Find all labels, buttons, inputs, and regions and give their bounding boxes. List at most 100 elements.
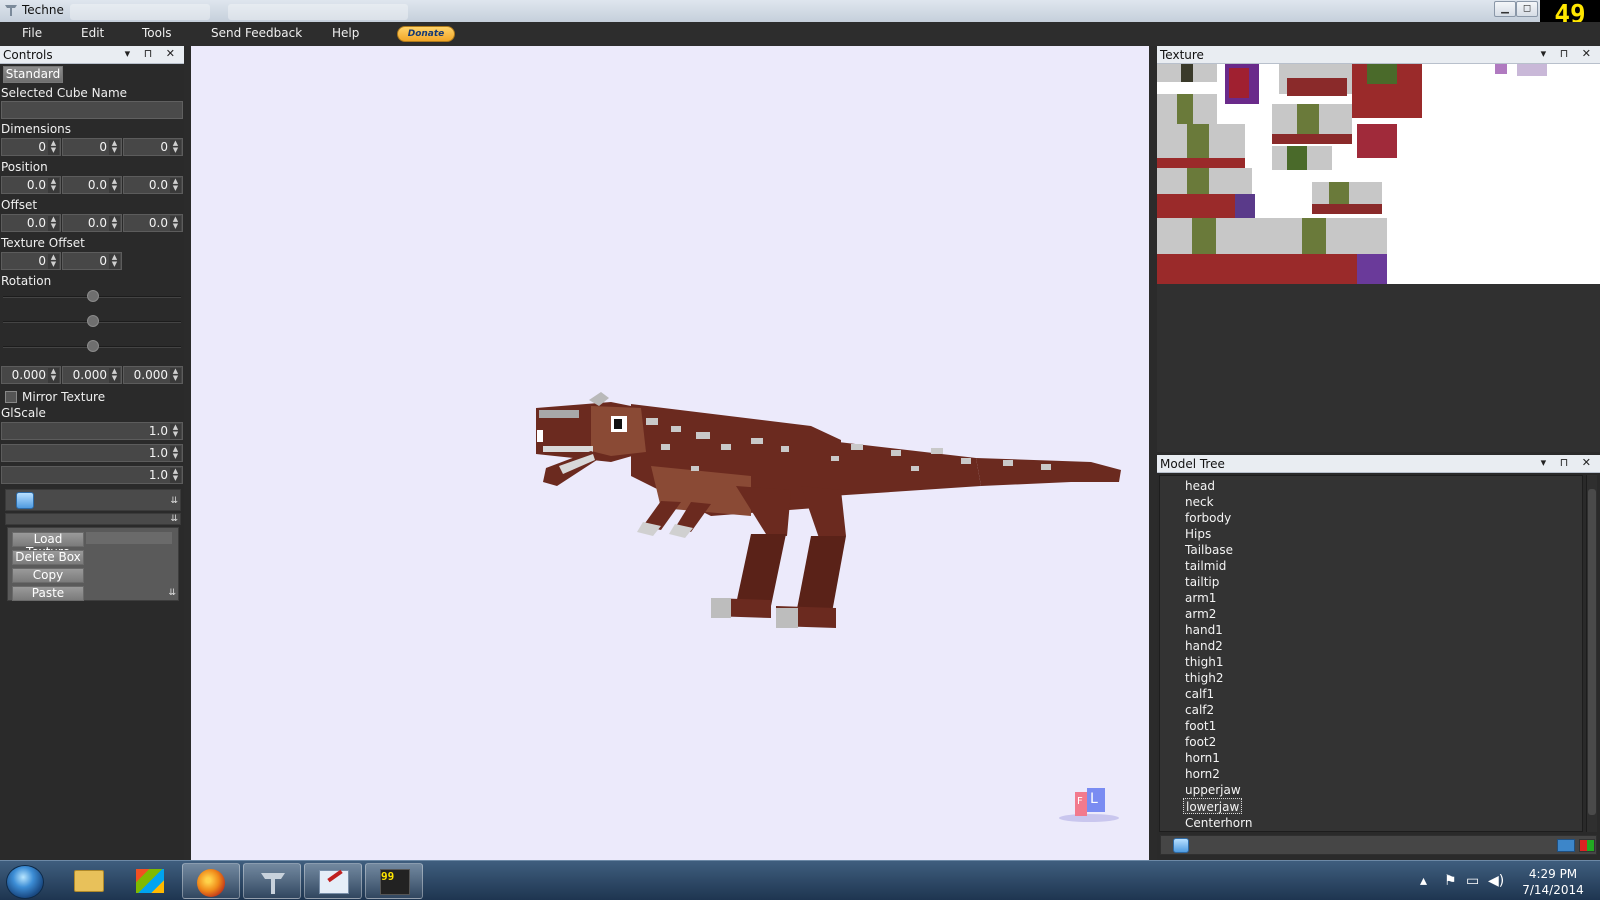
glscale-z-stepper[interactable]: 1.0 ▲ ▼	[1, 466, 183, 484]
stepper-arrows-icon[interactable]: ▲ ▼	[109, 254, 120, 269]
stepper-arrows-icon[interactable]: ▲ ▼	[109, 368, 120, 383]
tree-item-tailtip[interactable]: tailtip	[1183, 574, 1221, 590]
rotation-z-thumb[interactable]	[87, 340, 99, 352]
texture-offset-u-stepper[interactable]: 0 ▲ ▼	[1, 252, 61, 270]
tree-item-hand1[interactable]: hand1	[1183, 622, 1225, 638]
tree-item-hand2[interactable]: hand2	[1183, 638, 1225, 654]
tree-item-hips[interactable]: Hips	[1183, 526, 1213, 542]
load-texture-button[interactable]: Load Texture	[12, 532, 84, 559]
stepper-arrows-icon[interactable]: ▲ ▼	[170, 140, 181, 155]
dimension-z-stepper[interactable]: 0 ▲ ▼	[123, 138, 183, 156]
stepper-arrows-icon[interactable]: ▲ ▼	[48, 178, 59, 193]
offset-x-stepper[interactable]: 0.0 ▲ ▼	[1, 214, 61, 232]
stepper-arrows-icon[interactable]: ▲ ▼	[170, 424, 181, 439]
action-center-flag-icon[interactable]: ⚑	[1444, 873, 1457, 889]
network-icon[interactable]: ▭	[1466, 873, 1479, 889]
rotation-x-thumb[interactable]	[87, 290, 99, 302]
start-button-icon[interactable]	[6, 865, 44, 899]
minimize-button[interactable]: ▁	[1494, 1, 1516, 17]
donate-button[interactable]: Donate	[397, 26, 455, 42]
stepper-arrows-icon[interactable]: ▲ ▼	[48, 368, 59, 383]
volume-icon[interactable]: ◀)	[1488, 873, 1504, 889]
rotation-x-stepper[interactable]: 0.000 ▲ ▼	[1, 366, 61, 384]
menu-file[interactable]: File	[22, 26, 42, 40]
fraps-taskbar-icon[interactable]: 99	[365, 863, 423, 899]
position-y-stepper[interactable]: 0.0 ▲ ▼	[62, 176, 122, 194]
stepper-arrows-icon[interactable]: ▲ ▼	[170, 178, 181, 193]
stepper-arrows-icon[interactable]: ▲ ▼	[48, 216, 59, 231]
techne-taskbar-icon[interactable]	[243, 863, 301, 899]
model-tree-scrollbar[interactable]	[1586, 475, 1597, 832]
tree-item-tailmid[interactable]: tailmid	[1183, 558, 1228, 574]
tree-item-upperjaw[interactable]: upperjaw	[1183, 782, 1243, 798]
add-shape-icon[interactable]	[1579, 839, 1595, 852]
tree-item-arm2[interactable]: arm2	[1183, 606, 1218, 622]
stepper-arrows-icon[interactable]: ▲ ▼	[170, 446, 181, 461]
tree-item-calf2[interactable]: calf2	[1183, 702, 1216, 718]
texture-map[interactable]	[1157, 64, 1600, 284]
position-x-stepper[interactable]: 0.0 ▲ ▼	[1, 176, 61, 194]
tree-item-lowerjaw[interactable]: lowerjaw	[1183, 798, 1243, 814]
menu-edit[interactable]: Edit	[81, 26, 104, 40]
offset-y-stepper[interactable]: 0.0 ▲ ▼	[62, 214, 122, 232]
orientation-cube-icon[interactable]: F L	[1059, 786, 1119, 822]
tray-clock[interactable]: 4:29 PM 7/14/2014	[1516, 866, 1590, 898]
scrollbar-thumb[interactable]	[1588, 489, 1596, 815]
stepper-arrows-icon[interactable]: ▲ ▼	[170, 468, 181, 483]
menu-tools[interactable]: Tools	[142, 26, 172, 40]
office-taskbar-icon[interactable]	[121, 863, 179, 899]
maximize-button[interactable]: ◻	[1516, 1, 1538, 17]
menu-help[interactable]: Help	[332, 26, 359, 40]
tree-item-thigh1[interactable]: thigh1	[1183, 654, 1226, 670]
rotation-z-stepper[interactable]: 0.000 ▲ ▼	[123, 366, 183, 384]
stepper-arrows-icon[interactable]: ▲ ▼	[170, 368, 181, 383]
dimension-x-stepper[interactable]: 0 ▲ ▼	[1, 138, 61, 156]
standard-mode-button[interactable]: Standard	[3, 66, 63, 83]
stepper-arrows-icon[interactable]: ▲ ▼	[109, 216, 120, 231]
stepper-arrows-icon[interactable]: ▲ ▼	[48, 140, 59, 155]
tree-item-tailbase[interactable]: Tailbase	[1183, 542, 1235, 558]
tree-item-horn1[interactable]: horn1	[1183, 750, 1222, 766]
stepper-arrows-icon[interactable]: ▲ ▼	[109, 178, 120, 193]
position-z-stepper[interactable]: 0.0 ▲ ▼	[123, 176, 183, 194]
stepper-arrows-icon[interactable]: ▲ ▼	[48, 254, 59, 269]
tree-item-head[interactable]: head	[1183, 478, 1217, 494]
toolstrip-overflow-icon[interactable]: ⇊	[170, 514, 178, 524]
mirror-texture-checkbox[interactable]	[5, 391, 17, 403]
texture-offset-v-stepper[interactable]: 0 ▲ ▼	[62, 252, 122, 270]
rotation-y-stepper[interactable]: 0.000 ▲ ▼	[62, 366, 122, 384]
tree-item-foot1[interactable]: foot1	[1183, 718, 1218, 734]
firefox-taskbar-icon[interactable]	[182, 863, 240, 899]
cube-icon[interactable]	[1173, 838, 1189, 853]
glscale-y-stepper[interactable]: 1.0 ▲ ▼	[1, 444, 183, 462]
offset-z-stepper[interactable]: 0.0 ▲ ▼	[123, 214, 183, 232]
tray-expand-icon[interactable]: ▴	[1420, 873, 1427, 889]
selected-cube-name-input[interactable]	[1, 101, 183, 119]
tree-item-foot2[interactable]: foot2	[1183, 734, 1218, 750]
toolstrip-overflow-icon[interactable]: ⇊	[168, 588, 176, 598]
rotation-y-thumb[interactable]	[87, 315, 99, 327]
copy-button[interactable]: Copy	[12, 568, 84, 583]
stepper-arrows-icon[interactable]: ▲ ▼	[170, 216, 181, 231]
tree-item-centerhorn[interactable]: Centerhorn	[1183, 815, 1254, 831]
toolstrip-overflow-icon[interactable]: ⇊	[170, 496, 178, 506]
explorer-taskbar-icon[interactable]	[60, 863, 118, 899]
glscale-x-stepper[interactable]: 1.0 ▲ ▼	[1, 422, 183, 440]
dimension-y-stepper[interactable]: 0 ▲ ▼	[62, 138, 122, 156]
cube-icon[interactable]	[16, 492, 34, 509]
stepper-arrows-icon[interactable]: ▲ ▼	[109, 140, 120, 155]
panel-tools-icon[interactable]: ▾ ⊓ ✕	[1541, 456, 1596, 469]
paint-taskbar-icon[interactable]	[304, 863, 362, 899]
tree-item-thigh2[interactable]: thigh2	[1183, 670, 1226, 686]
delete-box-button[interactable]: Delete Box	[12, 550, 84, 565]
menu-send-feedback[interactable]: Send Feedback	[211, 26, 302, 40]
dinosaur-model[interactable]	[191, 46, 1149, 860]
panel-tools-icon[interactable]: ▾ ⊓ ✕	[125, 47, 180, 60]
tree-item-calf1[interactable]: calf1	[1183, 686, 1216, 702]
tree-item-neck[interactable]: neck	[1183, 494, 1216, 510]
tree-item-horn2[interactable]: horn2	[1183, 766, 1222, 782]
tree-item-arm1[interactable]: arm1	[1183, 590, 1218, 606]
paste-button[interactable]: Paste	[12, 586, 84, 601]
3d-viewport[interactable]: F L	[191, 46, 1149, 860]
tree-item-forbody[interactable]: forbody	[1183, 510, 1233, 526]
